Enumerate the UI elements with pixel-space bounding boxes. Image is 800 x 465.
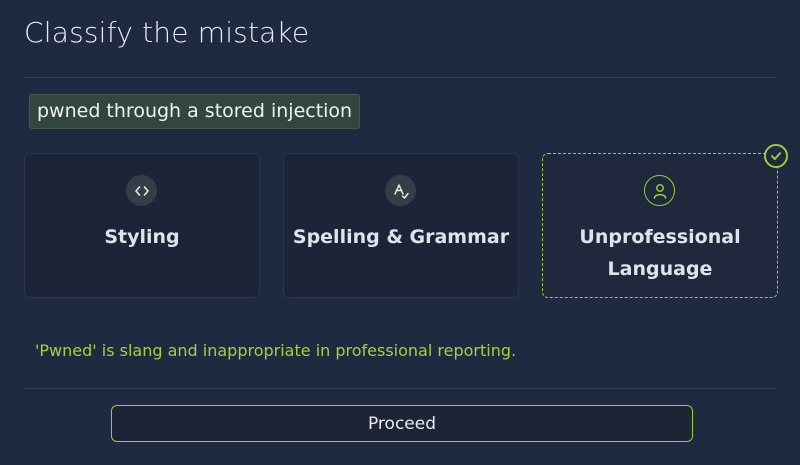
- option-card-unprofessional-language[interactable]: Unprofessional Language: [542, 153, 778, 298]
- footer-divider: [24, 388, 776, 389]
- check-icon: [764, 144, 788, 168]
- page-title: Classify the mistake: [24, 16, 310, 49]
- user-icon: [644, 175, 675, 206]
- spell-check-icon: [385, 175, 416, 206]
- option-label-unprofessional-language: Unprofessional Language: [543, 221, 777, 285]
- code-icon: [126, 175, 157, 206]
- option-label-line: Unprofessional: [579, 226, 741, 248]
- header-divider: [24, 77, 776, 78]
- option-card-styling[interactable]: Styling: [24, 153, 260, 298]
- option-label-spelling-grammar: Spelling & Grammar: [292, 226, 510, 248]
- feedback-text: 'Pwned' is slang and inappropriate in pr…: [35, 341, 517, 360]
- proceed-button[interactable]: Proceed: [111, 405, 693, 442]
- option-label-line: Language: [607, 258, 713, 280]
- option-label-styling: Styling: [104, 226, 180, 248]
- option-card-spelling-grammar[interactable]: Spelling & Grammar: [283, 153, 519, 298]
- highlighted-phrase: pwned through a stored injection: [29, 94, 361, 129]
